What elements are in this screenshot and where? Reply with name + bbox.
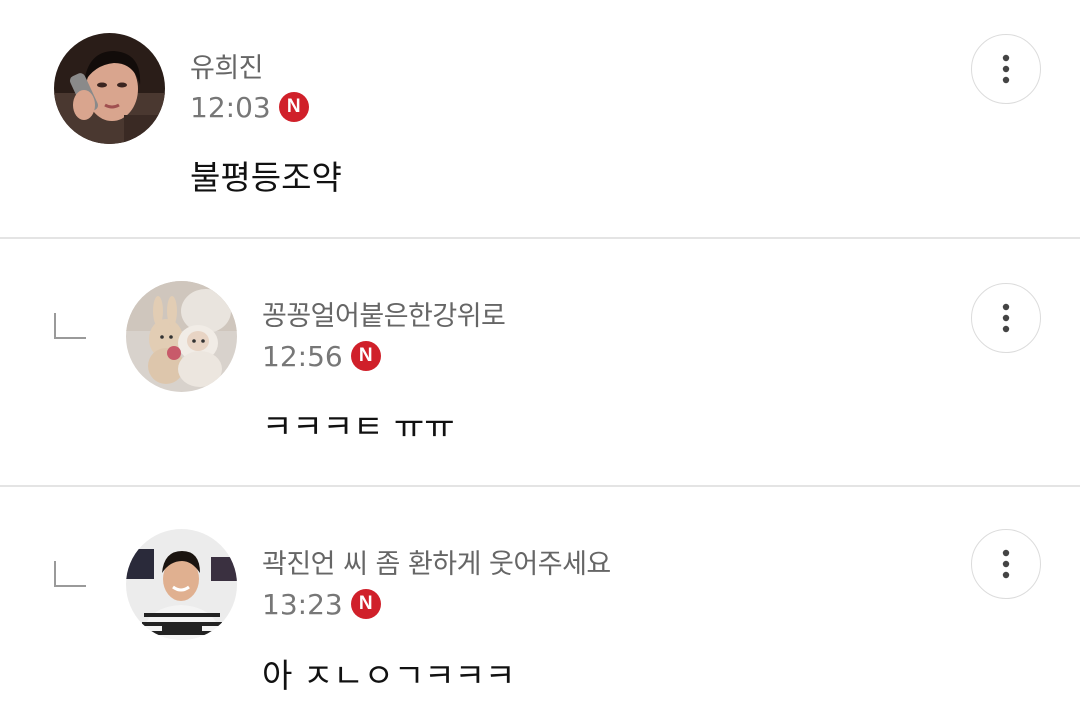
author-name[interactable]: 꽁꽁얼어붙은한강위로: [262, 294, 506, 333]
comment-time: 12:03: [190, 90, 271, 124]
author-name[interactable]: 유희진: [190, 46, 264, 85]
smiling-man-avatar-icon: [126, 529, 237, 640]
reply-indicator-icon: [54, 561, 86, 587]
new-badge: N: [350, 589, 381, 619]
author-name[interactable]: 곽진언 씨 좀 환하게 웃어주세요: [262, 542, 611, 581]
timestamp-row: 12:03 N: [190, 90, 309, 124]
reply-item: 꽁꽁얼어붙은한강위로 12:56 N ㅋㅋㅋㅌ ㅠㅠ: [0, 239, 1080, 485]
more-options-button[interactable]: [971, 529, 1041, 599]
comment-time: 13:23: [262, 587, 343, 621]
comment-time: 12:56: [262, 339, 343, 373]
author-avatar[interactable]: [126, 281, 237, 392]
timestamp-row: 13:23 N: [262, 587, 381, 621]
author-avatar[interactable]: [54, 33, 165, 144]
more-options-button[interactable]: [971, 34, 1041, 104]
comment-text: 아 ㅈㄴㅇㄱㅋㅋㅋ: [262, 656, 516, 695]
reply-item: 곽진언 씨 좀 환하게 웃어주세요 13:23 N 아 ㅈㄴㅇㄱㅋㅋㅋ: [0, 487, 1080, 723]
more-options-button[interactable]: [971, 283, 1041, 353]
author-avatar[interactable]: [126, 529, 237, 640]
timestamp-row: 12:56 N: [262, 339, 381, 373]
comment-text: 불평등조약: [190, 158, 342, 197]
more-vertical-icon: [1002, 54, 1010, 84]
new-badge: N: [278, 92, 309, 122]
comment-item: 유희진 12:03 N 불평등조약: [0, 0, 1080, 238]
reply-indicator-icon: [54, 313, 86, 339]
more-vertical-icon: [1002, 549, 1010, 579]
more-vertical-icon: [1002, 303, 1010, 333]
person-on-phone-avatar-icon: [54, 33, 165, 144]
new-badge: N: [350, 341, 381, 371]
comment-text: ㅋㅋㅋㅌ ㅠㅠ: [262, 407, 455, 446]
plush-toys-avatar-icon: [126, 281, 237, 392]
